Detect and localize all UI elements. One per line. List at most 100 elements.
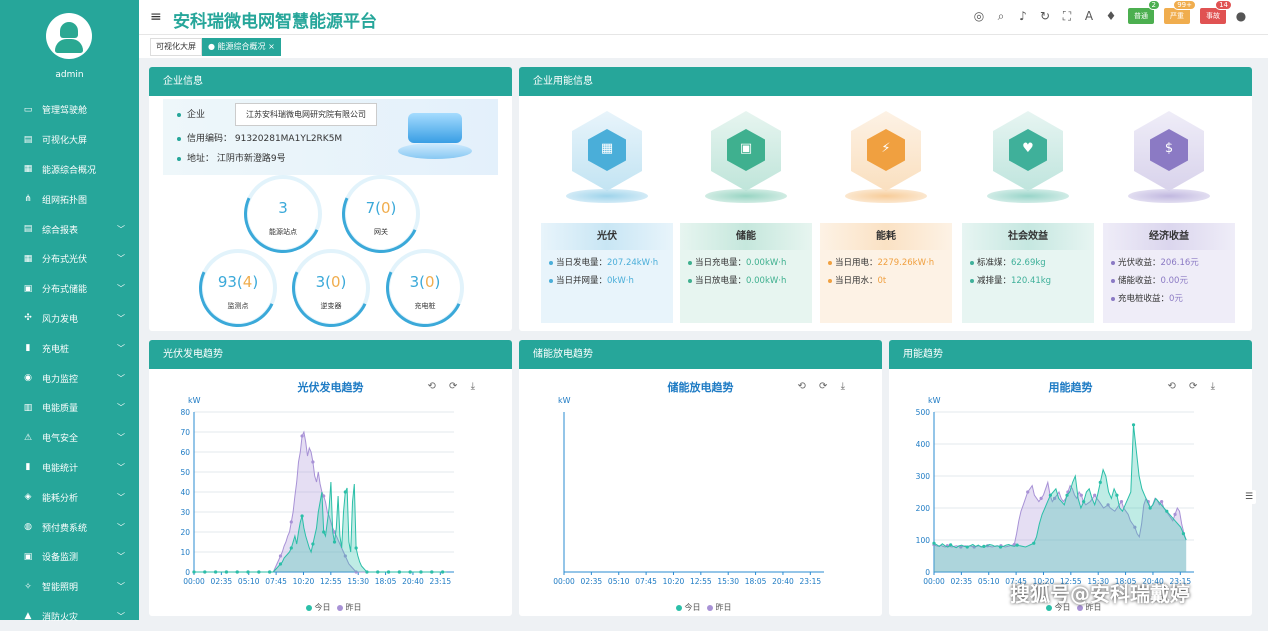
card-row-value: 62.69kg [1011, 258, 1046, 268]
stat-number: 3 [409, 273, 420, 291]
font-size-icon[interactable]: A [1082, 9, 1096, 23]
sidebar-item[interactable]: ▮ 电能统计 ﹀ [0, 453, 139, 483]
report-icon: ▤ [23, 224, 33, 235]
data-point [982, 544, 986, 548]
device-icon: ▣ [23, 551, 33, 562]
alarm-badge[interactable]: 事故 14 [1200, 0, 1232, 24]
data-point [289, 546, 293, 550]
x-tick-label: 18:05 [375, 577, 397, 586]
card-row-key: 当日充电量： [695, 258, 747, 268]
stat-number: 7 [365, 199, 376, 217]
stat-circle: 93(4) 监测点 [188, 238, 288, 338]
volume-icon[interactable]: ♪ [1016, 9, 1030, 23]
data-point [1082, 500, 1086, 504]
card-row: 减排量：120.41kg [962, 274, 1094, 286]
monitor-icon: ▭ [23, 104, 33, 115]
avatar[interactable] [46, 13, 92, 59]
menu-toggle-icon[interactable]: ≡ [150, 9, 162, 25]
sidebar-item[interactable]: ⚠ 电气安全 ﹀ [0, 423, 139, 453]
data-point [397, 570, 401, 574]
card-row: 当日发电量：207.24kW·h [541, 256, 673, 268]
alarm-count: 99+ [1173, 0, 1196, 10]
y-tick-label: 300 [916, 472, 931, 481]
card-row-value: 2279.26kW·h [877, 258, 935, 268]
tab-energy-overview[interactable]: ● 能源综合概况 × [202, 38, 281, 56]
data-point [1119, 500, 1124, 504]
sidebar-item[interactable]: ◈ 能耗分析 ﹀ [0, 482, 139, 512]
refresh-icon[interactable]: ↻ [1038, 9, 1052, 23]
sidebar-item[interactable]: ▣ 设备监测 ﹀ [0, 542, 139, 572]
x-tick-label: 10:20 [663, 577, 685, 586]
sidebar-item[interactable]: ▲ 消防火灾 ﹀ [0, 602, 139, 631]
data-point [1039, 496, 1043, 500]
x-tick-label: 02:35 [211, 577, 233, 586]
y-tick-label: 10 [180, 548, 190, 557]
sidebar-item[interactable]: ⋔ 组网拓扑图 [0, 184, 139, 214]
card-row-value: 0.00kW·h [746, 276, 787, 286]
sidebar-item[interactable]: ▤ 可视化大屏 [0, 125, 139, 155]
address: 地址： 江阴市新澄路9号 [187, 154, 286, 164]
data-point [408, 570, 412, 574]
sidebar-item[interactable]: ▤ 综合报表 ﹀ [0, 214, 139, 244]
energy-card: 光伏 当日发电量：207.24kW·h 当日并网量：0kW·h [541, 223, 673, 323]
y-tick-label: 20 [180, 528, 190, 537]
data-point [192, 570, 196, 574]
card-row: 当日并网量：0kW·h [541, 274, 673, 286]
sidebar-item[interactable]: ◍ 预付费系统 ﹀ [0, 512, 139, 542]
shield-graphic [408, 113, 462, 143]
fullscreen-icon[interactable]: ⛶ [1060, 9, 1074, 24]
alarm-label: 严重 [1170, 12, 1184, 20]
chevron-down-icon: ﹀ [117, 552, 125, 562]
x-tick-label: 05:10 [608, 577, 630, 586]
data-point [1148, 506, 1152, 510]
settings-slider-icon[interactable]: ☰ [1242, 490, 1256, 504]
help-icon[interactable]: ◎ [972, 9, 986, 23]
sidebar-item[interactable]: ✧ 智能照明 ﹀ [0, 572, 139, 602]
pv-chart: kW 0 10 20 30 40 50 60 70 80 00:00 02:35 05:10 07:45 1… [180, 396, 454, 586]
sidebar-item[interactable]: ▦ 能源综合概况 [0, 155, 139, 185]
stat-number: 93 [217, 273, 237, 291]
data-point [419, 570, 423, 574]
app-title: 安科瑞微电网智慧能源平台 [173, 12, 377, 32]
card-title: 能耗 [820, 223, 952, 250]
alarm-badge[interactable]: 普通 2 [1128, 0, 1160, 24]
x-tick-label: 23:15 [800, 577, 822, 586]
sidebar-item[interactable]: ▣ 分布式储能 ﹀ [0, 274, 139, 304]
card-row-key: 储能收益： [1118, 276, 1161, 286]
chevron-down-icon: ﹀ [117, 492, 125, 502]
stats-icon: ▮ [25, 462, 31, 473]
data-point [1026, 490, 1030, 494]
bulb-icon: ✧ [24, 581, 32, 592]
data-point [440, 570, 445, 574]
watermark: 搜狐号@安科瑞戴婷 [1010, 582, 1190, 606]
sidebar-item[interactable]: ▭ 管理驾驶舱 [0, 95, 139, 125]
enterprise-info-panel: 企业信息 企业 江苏安科瑞微电网研究院有限公司 信用编码： 91320281MA… [149, 67, 512, 338]
stat-extra: 0 [331, 273, 341, 291]
card-row-key: 当日发电量： [556, 258, 608, 268]
theme-icon[interactable]: ♦ [1104, 9, 1118, 23]
sidebar-item[interactable]: ▥ 电能质量 ﹀ [0, 393, 139, 423]
sidebar-item[interactable]: ▦ 分布式光伏 ﹀ [0, 244, 139, 274]
sidebar-item[interactable]: ✣ 风力发电 ﹀ [0, 304, 139, 334]
chart-legend[interactable]: 今日 昨日 [149, 602, 512, 613]
user-icon[interactable]: ● [1234, 9, 1248, 23]
stat-value: 7(0) [365, 199, 397, 217]
tab-visual-screen[interactable]: 可视化大屏 [150, 38, 202, 56]
sidebar-item[interactable]: ◉ 电力监控 ﹀ [0, 363, 139, 393]
search-icon[interactable]: ⌕ [994, 9, 1008, 24]
money-bag-icon: $ [1124, 111, 1214, 203]
card-row: 当日用电：2279.26kW·h [820, 256, 952, 268]
shield-base-graphic [398, 143, 472, 159]
chevron-down-icon: ﹀ [117, 284, 125, 294]
card-row-value: 0.00元 [1160, 276, 1188, 286]
data-point [1079, 493, 1083, 497]
x-tick-label: 05:10 [238, 577, 260, 586]
card-row-key: 标准煤： [977, 258, 1012, 268]
x-tick-label: 07:45 [265, 577, 287, 586]
card-row-key: 当日放电量： [695, 276, 747, 286]
chart-legend[interactable]: 今日 昨日 [519, 602, 882, 613]
sidebar-item[interactable]: ▮ 充电桩 ﹀ [0, 333, 139, 363]
company-row: 企业 江苏安科瑞微电网研究院有限公司 [177, 103, 377, 126]
alarm-badge[interactable]: 严重 99+ [1164, 0, 1196, 24]
stat-extra: 4 [242, 273, 253, 291]
